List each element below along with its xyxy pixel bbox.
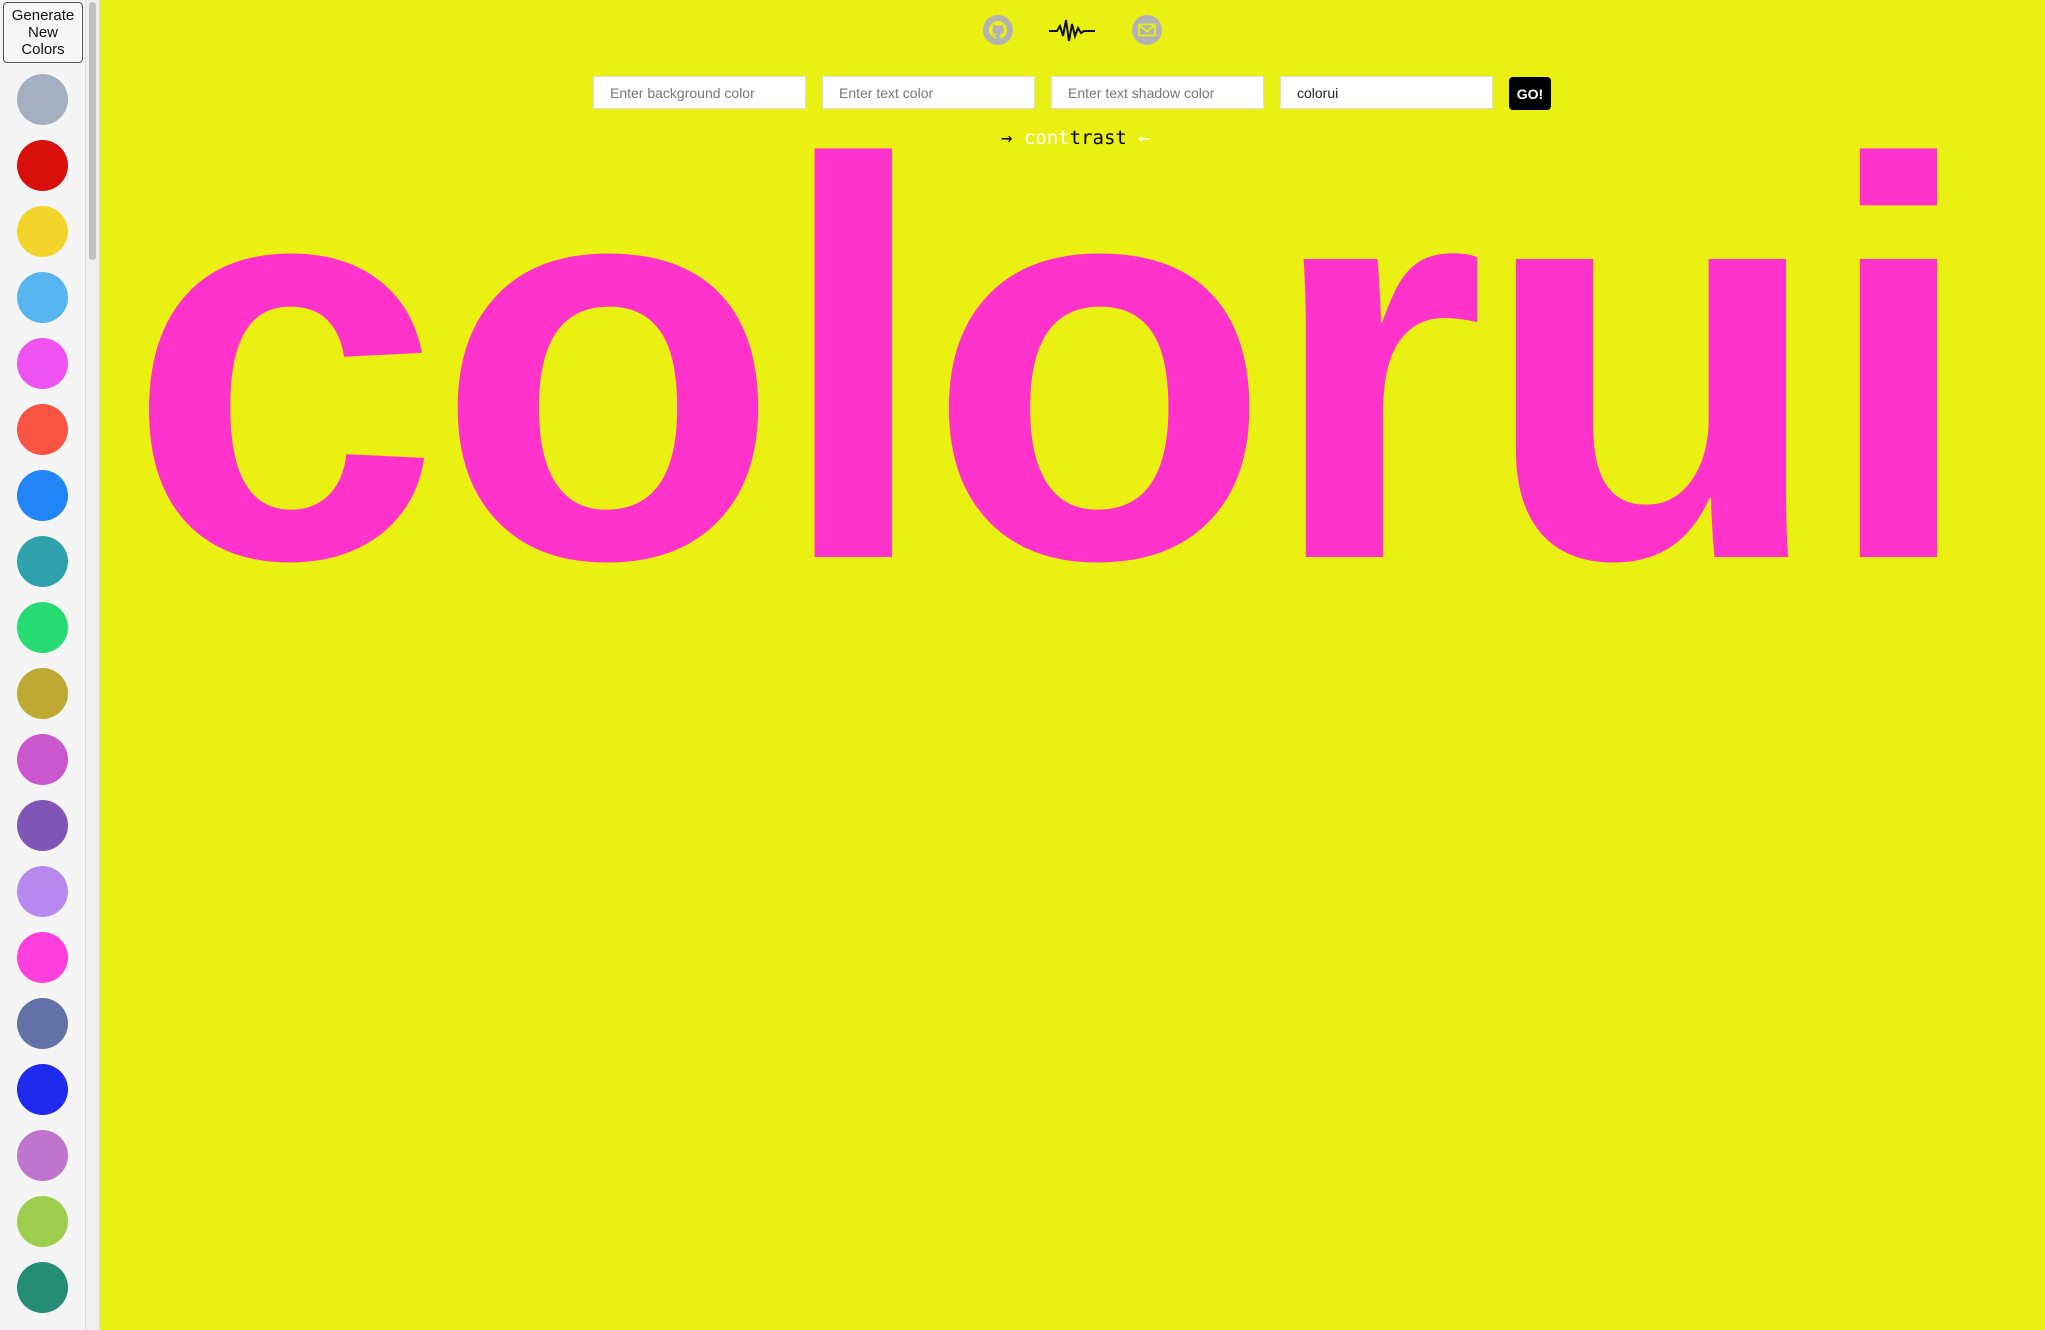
color-swatch[interactable] bbox=[17, 74, 68, 125]
color-swatch[interactable] bbox=[17, 206, 68, 257]
color-swatch[interactable] bbox=[17, 866, 68, 917]
color-swatch[interactable] bbox=[17, 1196, 68, 1247]
color-swatch[interactable] bbox=[17, 140, 68, 191]
sidebar-scrollbar-thumb[interactable] bbox=[89, 2, 96, 260]
color-swatch[interactable] bbox=[17, 272, 68, 323]
preview-word: colorui bbox=[127, 46, 1977, 677]
color-swatch[interactable] bbox=[17, 602, 68, 653]
color-swatch[interactable] bbox=[17, 404, 68, 455]
color-swatch[interactable] bbox=[17, 1064, 68, 1115]
color-swatch[interactable] bbox=[17, 1262, 68, 1313]
color-swatch[interactable] bbox=[17, 734, 68, 785]
color-swatch[interactable] bbox=[17, 1130, 68, 1181]
color-sidebar: Generate New Colors bbox=[0, 0, 86, 1330]
color-swatch[interactable] bbox=[17, 800, 68, 851]
color-swatch[interactable] bbox=[17, 470, 68, 521]
color-swatch[interactable] bbox=[17, 668, 68, 719]
color-swatch[interactable] bbox=[17, 932, 68, 983]
color-swatch[interactable] bbox=[17, 998, 68, 1049]
generate-colors-button[interactable]: Generate New Colors bbox=[3, 2, 83, 63]
color-swatch[interactable] bbox=[17, 338, 68, 389]
color-swatch[interactable] bbox=[17, 536, 68, 587]
